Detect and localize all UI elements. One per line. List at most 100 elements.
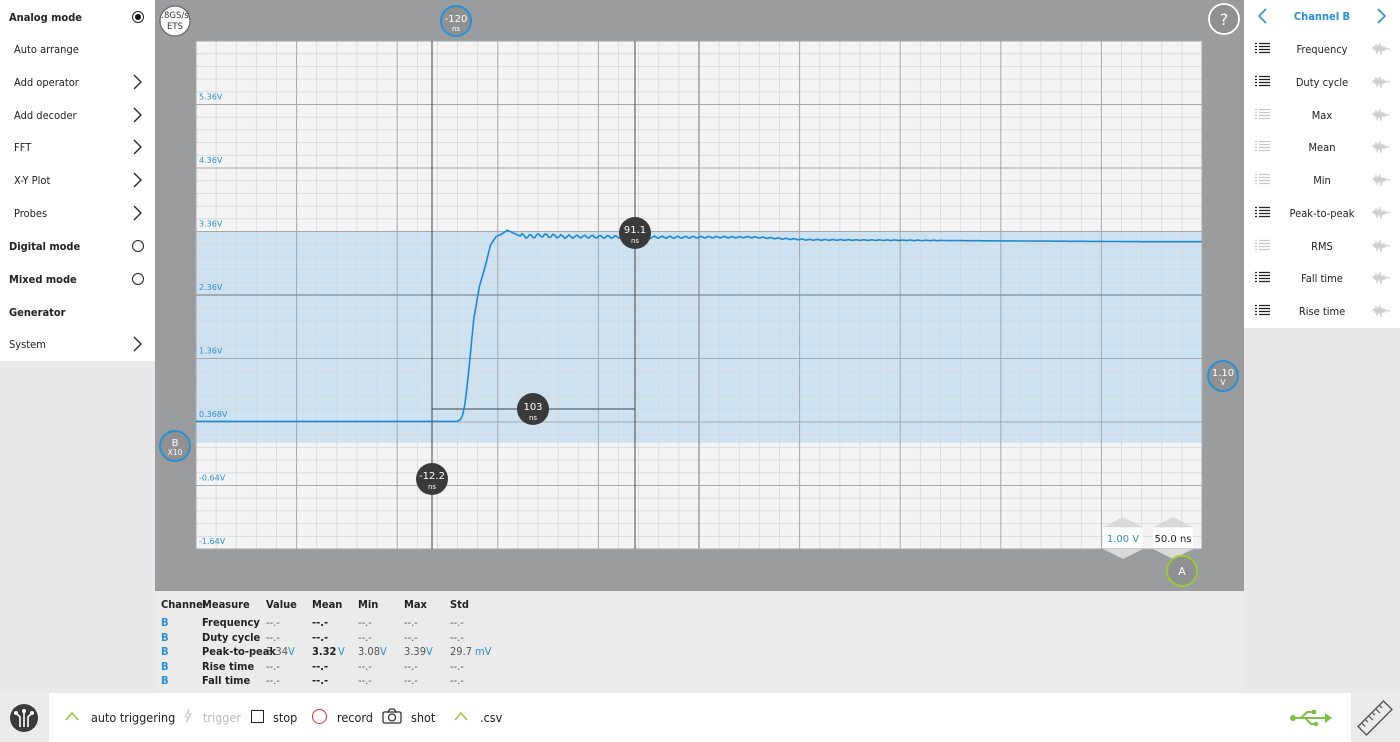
menu-xy-plot-label: X-Y Plot	[14, 173, 51, 187]
measure-row-value: --.-	[266, 630, 280, 644]
trigger-source-button[interactable]: A	[1166, 555, 1198, 587]
signal-wave-icon[interactable]	[1372, 173, 1390, 187]
y-tick-label: 3.36V	[199, 220, 223, 229]
scope-canvas[interactable]: 5.36V 4.36V 3.36V 2.36V 1.36V 0.368V -0.64V -1.…	[155, 0, 1244, 591]
measure-item[interactable]: Duty cycle	[1244, 66, 1400, 98]
signal-wave-icon[interactable]	[1372, 140, 1390, 154]
measure-row-std-unit: mV	[475, 645, 492, 658]
sample-rate-line2: ETS	[167, 22, 183, 32]
list-icon[interactable]	[1255, 304, 1270, 317]
menu-fft-label: FFT	[14, 140, 32, 154]
measure-item[interactable]: Rise time	[1244, 295, 1400, 327]
menu-add-decoder[interactable]: Add decoder	[0, 99, 155, 131]
measure-row-max-unit: V	[426, 645, 433, 658]
action-toolbar: auto triggering trigger stop record shot…	[49, 693, 1351, 742]
list-icon[interactable]	[1255, 140, 1270, 153]
channel-b-offset-marker[interactable]: B X10	[159, 430, 191, 462]
measure-item-label: Min	[1313, 174, 1331, 187]
stop-button[interactable]: stop	[273, 710, 297, 725]
sample-rate-badge[interactable]: .8GS/s ETS	[159, 5, 191, 37]
list-icon[interactable]	[1255, 239, 1270, 252]
auto-triggering-button[interactable]: auto triggering	[91, 710, 175, 725]
menu-digital-mode[interactable]: Digital mode	[0, 230, 155, 262]
menu-system[interactable]: System	[0, 328, 155, 360]
measure-row-name: Peak-to-peak	[202, 645, 277, 658]
measure-row-min: --.-	[358, 630, 372, 644]
ruler-icon[interactable]	[1355, 698, 1395, 738]
scope-display[interactable]: 5.36V 4.36V 3.36V 2.36V 1.36V 0.368V -0.64V -1.…	[155, 0, 1244, 591]
menu-probes[interactable]: Probes	[0, 197, 155, 229]
usb-connection-icon	[1290, 710, 1332, 727]
menu-generator[interactable]: Generator	[0, 296, 155, 328]
signal-wave-icon[interactable]	[1372, 75, 1390, 89]
list-icon[interactable]	[1255, 108, 1270, 121]
chevron-right-icon[interactable]	[1374, 8, 1388, 24]
signal-wave-icon[interactable]	[1372, 42, 1390, 56]
cursor-left-bubble[interactable]: -12.2 ns	[416, 463, 448, 495]
menu-mixed-mode-label: Mixed mode	[9, 272, 77, 286]
csv-button[interactable]: .csv	[480, 710, 502, 725]
list-icon[interactable]	[1255, 42, 1270, 55]
time-per-div-value: 50.0 ns	[1155, 534, 1192, 545]
menu-auto-arrange[interactable]: Auto arrange	[0, 33, 155, 65]
measure-item[interactable]: Mean	[1244, 131, 1400, 163]
col-header-measure: Measure	[202, 598, 250, 611]
measure-item[interactable]: Max	[1244, 99, 1400, 131]
list-icon[interactable]	[1255, 271, 1270, 284]
measure-row-name: Frequency	[202, 616, 260, 629]
measure-row-name: Duty cycle	[202, 630, 261, 644]
measure-row-min: 3.08	[358, 645, 381, 658]
measure-item[interactable]: Min	[1244, 164, 1400, 196]
measure-row-min: --.-	[358, 659, 372, 673]
record-button[interactable]: record	[337, 710, 373, 725]
cursor-delta-unit: ns	[529, 414, 537, 422]
trigger-offset-marker[interactable]: -120 ns	[440, 5, 472, 37]
radio-selected-icon[interactable]	[132, 11, 144, 23]
measure-item[interactable]: RMS	[1244, 230, 1400, 262]
measure-row-std: --.-	[450, 659, 464, 673]
volts-down-arrow-icon[interactable]	[1103, 549, 1143, 559]
measure-row-max: --.-	[404, 630, 418, 644]
signal-wave-icon[interactable]	[1372, 271, 1390, 285]
measure-row-max: --.-	[404, 674, 418, 687]
cursor-delta-bubble: 103 ns	[517, 393, 549, 425]
measure-item[interactable]: Peak-to-peak	[1244, 197, 1400, 229]
radio-unselected-icon[interactable]	[132, 273, 144, 285]
signal-wave-icon[interactable]	[1372, 108, 1390, 122]
measure-row-name: Rise time	[202, 659, 255, 673]
shot-button[interactable]: shot	[411, 710, 435, 725]
redpitaya-logo-icon[interactable]	[9, 703, 39, 733]
radio-unselected-icon[interactable]	[132, 240, 144, 252]
menu-add-operator[interactable]: Add operator	[0, 66, 155, 98]
list-icon[interactable]	[1255, 75, 1270, 88]
list-icon[interactable]	[1255, 206, 1270, 219]
menu-analog-mode[interactable]: Analog mode	[0, 1, 155, 33]
menu-fft[interactable]: FFT	[0, 131, 155, 163]
measure-row-min: --.-	[358, 674, 372, 687]
measure-item[interactable]: Fall time	[1244, 262, 1400, 294]
help-icon: ?	[1220, 10, 1229, 29]
help-button[interactable]: ?	[1208, 3, 1240, 35]
signal-wave-icon[interactable]	[1372, 304, 1390, 318]
measurement-table: Channel Measure Value Mean Min Max Std B…	[155, 591, 1244, 693]
measure-item[interactable]: Frequency	[1244, 33, 1400, 65]
measure-row-min-unit: V	[380, 645, 387, 658]
trigger-button[interactable]: trigger	[203, 710, 241, 725]
trigger-level-marker[interactable]: 1.10 V	[1207, 360, 1239, 392]
measure-item-label: Max	[1311, 109, 1333, 122]
signal-wave-icon[interactable]	[1372, 206, 1390, 220]
measurement-panel: Channel B Frequency Duty cycle Max Mean Min P…	[1244, 0, 1400, 328]
chevron-right-icon	[133, 74, 142, 90]
menu-mixed-mode[interactable]: Mixed mode	[0, 263, 155, 295]
cursor-right-value: 91.1	[624, 225, 646, 236]
col-header-min: Min	[358, 598, 379, 611]
measure-item-label: Frequency	[1296, 43, 1348, 56]
list-icon[interactable]	[1255, 173, 1270, 186]
menu-xy-plot[interactable]: X-Y Plot	[0, 164, 155, 196]
y-tick-label: 5.36V	[199, 93, 223, 102]
signal-wave-icon[interactable]	[1372, 239, 1390, 253]
cursor-right-bubble[interactable]: 91.1 ns	[619, 217, 651, 249]
record-icon	[312, 709, 327, 724]
measure-item-label: Peak-to-peak	[1289, 207, 1355, 220]
measure-item-label: Mean	[1308, 141, 1336, 154]
